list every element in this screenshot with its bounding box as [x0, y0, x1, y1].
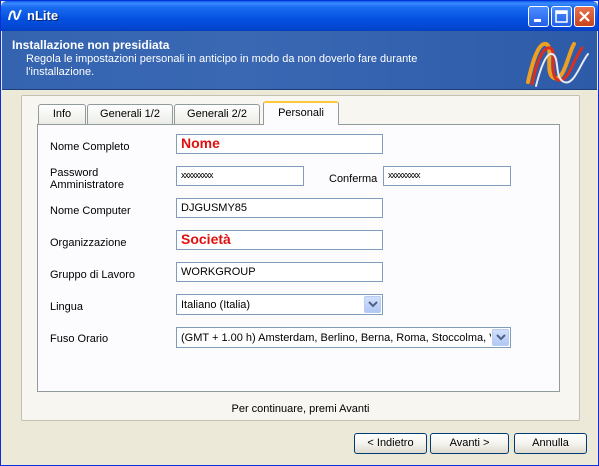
- workgroup-field[interactable]: WORKGROUP: [176, 262, 383, 282]
- tab-body-personali: [37, 124, 560, 392]
- minimize-icon: [534, 19, 541, 22]
- timezone-select[interactable]: (GMT + 1.00 h) Amsterdam, Berlino, Berna…: [176, 327, 511, 348]
- title-bar[interactable]: nLite: [1, 1, 598, 31]
- header-description: Regola le impostazioni personali in anti…: [26, 53, 418, 78]
- timezone-dropdown-button[interactable]: [492, 329, 509, 346]
- language-value: Italiano (Italia): [181, 299, 251, 311]
- tab-generali-1[interactable]: Generali 1/2: [87, 104, 173, 124]
- close-icon: [579, 11, 590, 22]
- tab-info[interactable]: Info: [38, 104, 86, 124]
- chevron-down-icon: [368, 301, 378, 308]
- language-label: Lingua: [50, 301, 84, 313]
- tab-personali[interactable]: Personali: [263, 101, 339, 125]
- maximize-icon: [555, 10, 568, 23]
- chevron-down-icon: [496, 334, 506, 341]
- language-dropdown-button[interactable]: [364, 296, 381, 313]
- organization-field[interactable]: Società: [176, 230, 383, 250]
- window-title: nLite: [27, 8, 59, 23]
- close-button[interactable]: [574, 6, 595, 27]
- tab-generali-2[interactable]: Generali 2/2: [174, 104, 260, 124]
- timezone-value: (GMT + 1.00 h) Amsterdam, Berlino, Berna…: [181, 332, 491, 344]
- header-title: Installazione non presidiata: [12, 38, 170, 52]
- workgroup-label: Gruppo di Lavoro: [50, 269, 135, 281]
- wizard-header: Installazione non presidiata Regola le i…: [2, 31, 597, 90]
- nlite-logo-icon: [526, 42, 589, 87]
- admin-password-field[interactable]: xxxxxxxxx: [176, 166, 304, 186]
- confirm-password-label: Conferma: [329, 173, 378, 185]
- computer-name-field[interactable]: DJGUSMY85: [176, 198, 383, 218]
- confirm-password-field[interactable]: xxxxxxxxx: [383, 166, 511, 186]
- back-button[interactable]: < Indietro: [354, 433, 427, 454]
- admin-password-label: Password Amministratore: [50, 167, 124, 191]
- maximize-button[interactable]: [551, 6, 572, 27]
- language-select[interactable]: Italiano (Italia): [176, 294, 383, 315]
- full-name-field[interactable]: Nome: [176, 134, 383, 154]
- timezone-label: Fuso Orario: [50, 333, 109, 345]
- cancel-button[interactable]: Annulla: [514, 433, 587, 454]
- full-name-label: Nome Completo: [50, 141, 130, 153]
- organization-label: Organizzazione: [50, 237, 127, 249]
- nlite-window: nLite Installazione non presidiata Regol…: [0, 0, 599, 466]
- next-button[interactable]: Avanti >: [430, 433, 509, 454]
- computer-name-label: Nome Computer: [50, 205, 131, 217]
- minimize-button[interactable]: [528, 6, 549, 27]
- continue-hint: Per continuare, premi Avanti: [231, 403, 370, 415]
- nlite-icon: [7, 7, 23, 23]
